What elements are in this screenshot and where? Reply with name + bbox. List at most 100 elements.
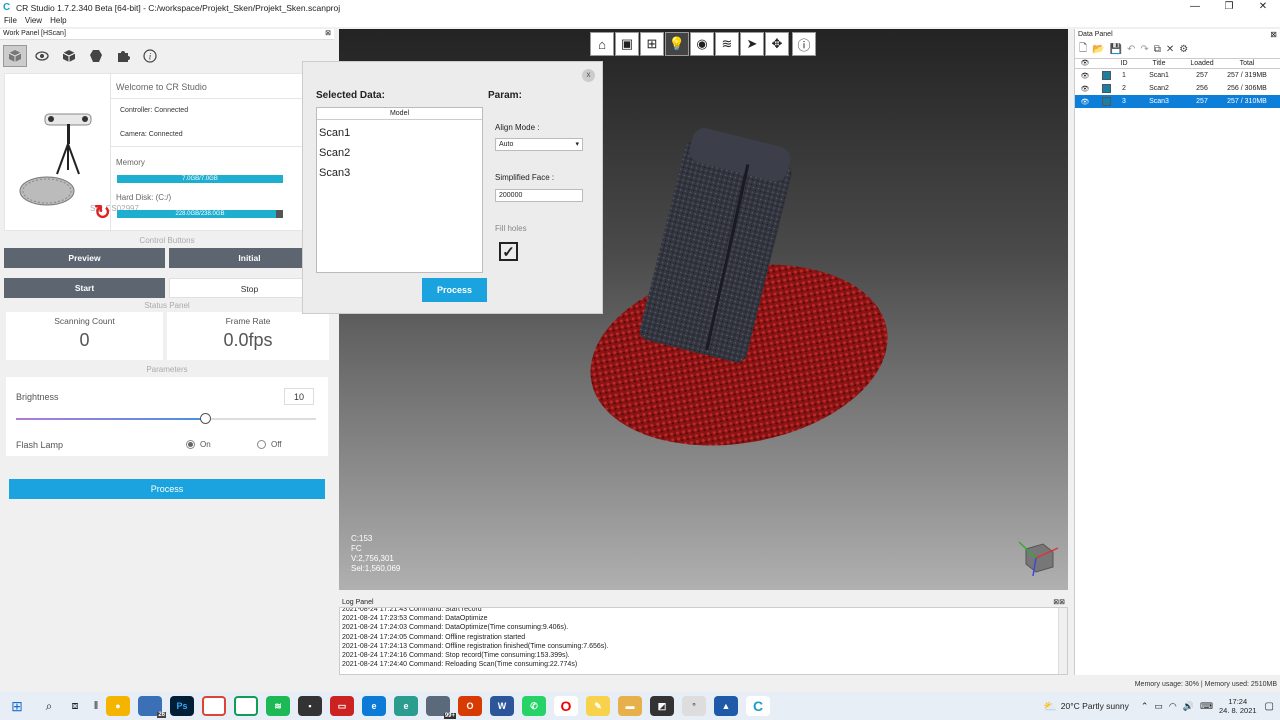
row-color-swatch[interactable] (1101, 71, 1111, 80)
row-visibility-eye-icon[interactable]: 👁 (1075, 85, 1095, 93)
taskbar-calendar-icon[interactable]: 26 (138, 696, 166, 718)
undo-icon[interactable]: ↶ (1127, 44, 1135, 55)
network-icon[interactable]: ▭ (1154, 701, 1163, 712)
plugin-puzzle-icon[interactable] (111, 45, 135, 67)
photos-icon[interactable]: ▲ (714, 696, 738, 716)
flash-off-radio[interactable]: Off (257, 440, 282, 449)
photoshop-icon[interactable]: Ps (170, 696, 194, 716)
small-app-icon[interactable]: ° (682, 696, 706, 716)
tray-chevron-up-icon[interactable]: ⌃ (1141, 701, 1149, 712)
dialog-close-button[interactable]: x (582, 69, 595, 82)
preview-button[interactable]: Preview (4, 248, 165, 268)
row-color-swatch[interactable] (1101, 84, 1111, 93)
search-icon[interactable]: ⌕ (34, 699, 64, 714)
process-button[interactable]: Process (9, 479, 325, 499)
red-app-icon[interactable]: ▭ (330, 696, 354, 716)
maximize-button[interactable]: ❐ (1212, 0, 1246, 15)
windows-start-icon[interactable]: ⊞ (0, 698, 34, 715)
whatsapp-icon[interactable]: ✆ (522, 696, 546, 716)
front-view-icon[interactable]: ▣ (615, 32, 639, 56)
axis-gizmo-icon[interactable] (1011, 534, 1061, 581)
delete-icon[interactable]: ✕ (1166, 44, 1174, 55)
word-icon[interactable]: W (490, 696, 514, 716)
chrome-alt-icon[interactable] (234, 696, 258, 716)
spotify-icon[interactable]: ≋ (266, 696, 290, 716)
work-panel-close-icon[interactable]: ⊠ (325, 29, 331, 38)
clock[interactable]: 17:24 24. 8. 2021 (1219, 697, 1257, 715)
log-line: 2021-08-24 17:24:40 Command: Reloading S… (342, 661, 578, 669)
lighting-bulb-icon[interactable]: 💡 (665, 32, 689, 56)
eye-icon[interactable] (30, 45, 54, 67)
device-info-box: SN: CS02997 ↻ Welcome to CR Studio Contr… (4, 73, 331, 232)
box-icon[interactable] (57, 45, 81, 67)
visibility-eye-icon[interactable]: ◉ (690, 32, 714, 56)
data-table-row[interactable]: 👁 1 Scan1 257 257 / 319MB (1075, 69, 1280, 82)
mail-icon[interactable]: 99+ (426, 696, 456, 719)
language-icon[interactable]: ⌨ (1200, 701, 1213, 712)
perspective-view-icon[interactable]: ⊞ (640, 32, 664, 56)
brightness-slider-handle[interactable] (200, 413, 211, 424)
settings-gear-icon[interactable]: ⚙ (1179, 44, 1188, 55)
new-file-icon[interactable]: 🗋 (1079, 41, 1087, 58)
brightness-slider-track[interactable] (16, 413, 316, 424)
edge-dev-icon[interactable]: e (394, 696, 418, 716)
row-color-swatch[interactable] (1101, 97, 1111, 106)
minimize-button[interactable]: — (1178, 0, 1212, 15)
office-icon[interactable]: O (458, 696, 482, 716)
model-item-scan1[interactable]: Scan1 (319, 123, 480, 143)
flash-on-radio[interactable]: On (186, 440, 211, 449)
edge-icon[interactable]: e (362, 696, 386, 716)
volume-icon[interactable]: 🔊 (1183, 701, 1194, 712)
wifi-icon[interactable]: ◠ (1169, 701, 1177, 712)
info-icon[interactable]: i (138, 45, 162, 67)
dialog-process-button[interactable]: Process (422, 278, 487, 302)
save-icon[interactable]: 💾 (1110, 44, 1122, 55)
start-button[interactable]: Start (4, 278, 165, 298)
camera-app-icon[interactable]: ▪ (298, 696, 322, 716)
data-table-row[interactable]: 👁 3 Scan3 257 257 / 310MB (1075, 95, 1280, 108)
notifications-icon[interactable]: ▢ (1265, 701, 1274, 712)
copy-icon[interactable]: ⧉ (1154, 44, 1161, 55)
fill-holes-checkbox[interactable]: ✓ (499, 242, 518, 261)
move-arrows-icon[interactable]: ✥ (765, 32, 789, 56)
mesh-icon[interactable] (84, 45, 108, 67)
task-view-icon[interactable]: ⧈ (64, 700, 86, 713)
data-panel-close-icon[interactable]: ⊠ (1270, 30, 1277, 39)
chrome-icon[interactable] (202, 696, 226, 716)
col-total: Total (1239, 60, 1255, 67)
menu-view[interactable]: View (21, 15, 46, 27)
home-view-icon[interactable]: ⌂ (590, 32, 614, 56)
visibility-col-eye-icon: 👁 (1080, 60, 1090, 67)
pause-icon[interactable]: ‖ (86, 700, 106, 712)
log-panel-close-icon[interactable]: ⊠⊠ (1053, 598, 1065, 607)
media-app-icon[interactable]: ◩ (650, 696, 674, 716)
close-button[interactable]: ✕ (1246, 0, 1280, 15)
file-explorer-icon[interactable]: ▬ (618, 696, 642, 716)
scan-mode-cube-icon[interactable] (3, 45, 27, 67)
cr-studio-taskbar-icon[interactable]: C (746, 696, 770, 716)
simplified-face-input[interactable]: 200000 (495, 189, 583, 202)
model-item-scan3[interactable]: Scan3 (319, 163, 480, 183)
row-total: 256 / 306MB (1227, 85, 1267, 92)
select-pointer-icon[interactable]: ➤ (740, 32, 764, 56)
menu-file[interactable]: File (0, 15, 21, 27)
align-mode-select[interactable]: Auto ▾ (495, 138, 583, 151)
row-visibility-eye-icon[interactable]: 👁 (1075, 72, 1095, 80)
data-table-row[interactable]: 👁 2 Scan2 256 256 / 306MB (1075, 82, 1280, 95)
open-folder-icon[interactable]: 📂 (1092, 44, 1104, 55)
model-item-scan2[interactable]: Scan2 (319, 143, 480, 163)
disk-label: Hard Disk: (C:/) (116, 193, 172, 202)
viewport-info-icon[interactable]: ⓘ (792, 32, 816, 56)
taskbar-app-icon[interactable]: ● (106, 696, 130, 716)
sticky-notes-icon[interactable]: ✎ (586, 696, 610, 716)
menu-help[interactable]: Help (46, 15, 70, 27)
redo-icon[interactable]: ↷ (1140, 44, 1148, 55)
layers-icon[interactable]: ≋ (715, 32, 739, 56)
brightness-input[interactable]: 10 (284, 388, 314, 405)
row-title: Scan3 (1149, 98, 1169, 105)
row-visibility-eye-icon[interactable]: 👁 (1075, 98, 1095, 106)
log-scrollbar[interactable] (1058, 608, 1067, 674)
opera-icon[interactable]: O (554, 696, 578, 716)
refresh-icon[interactable]: ↻ (94, 200, 111, 225)
weather-text[interactable]: 20°C Partly sunny (1061, 701, 1129, 711)
